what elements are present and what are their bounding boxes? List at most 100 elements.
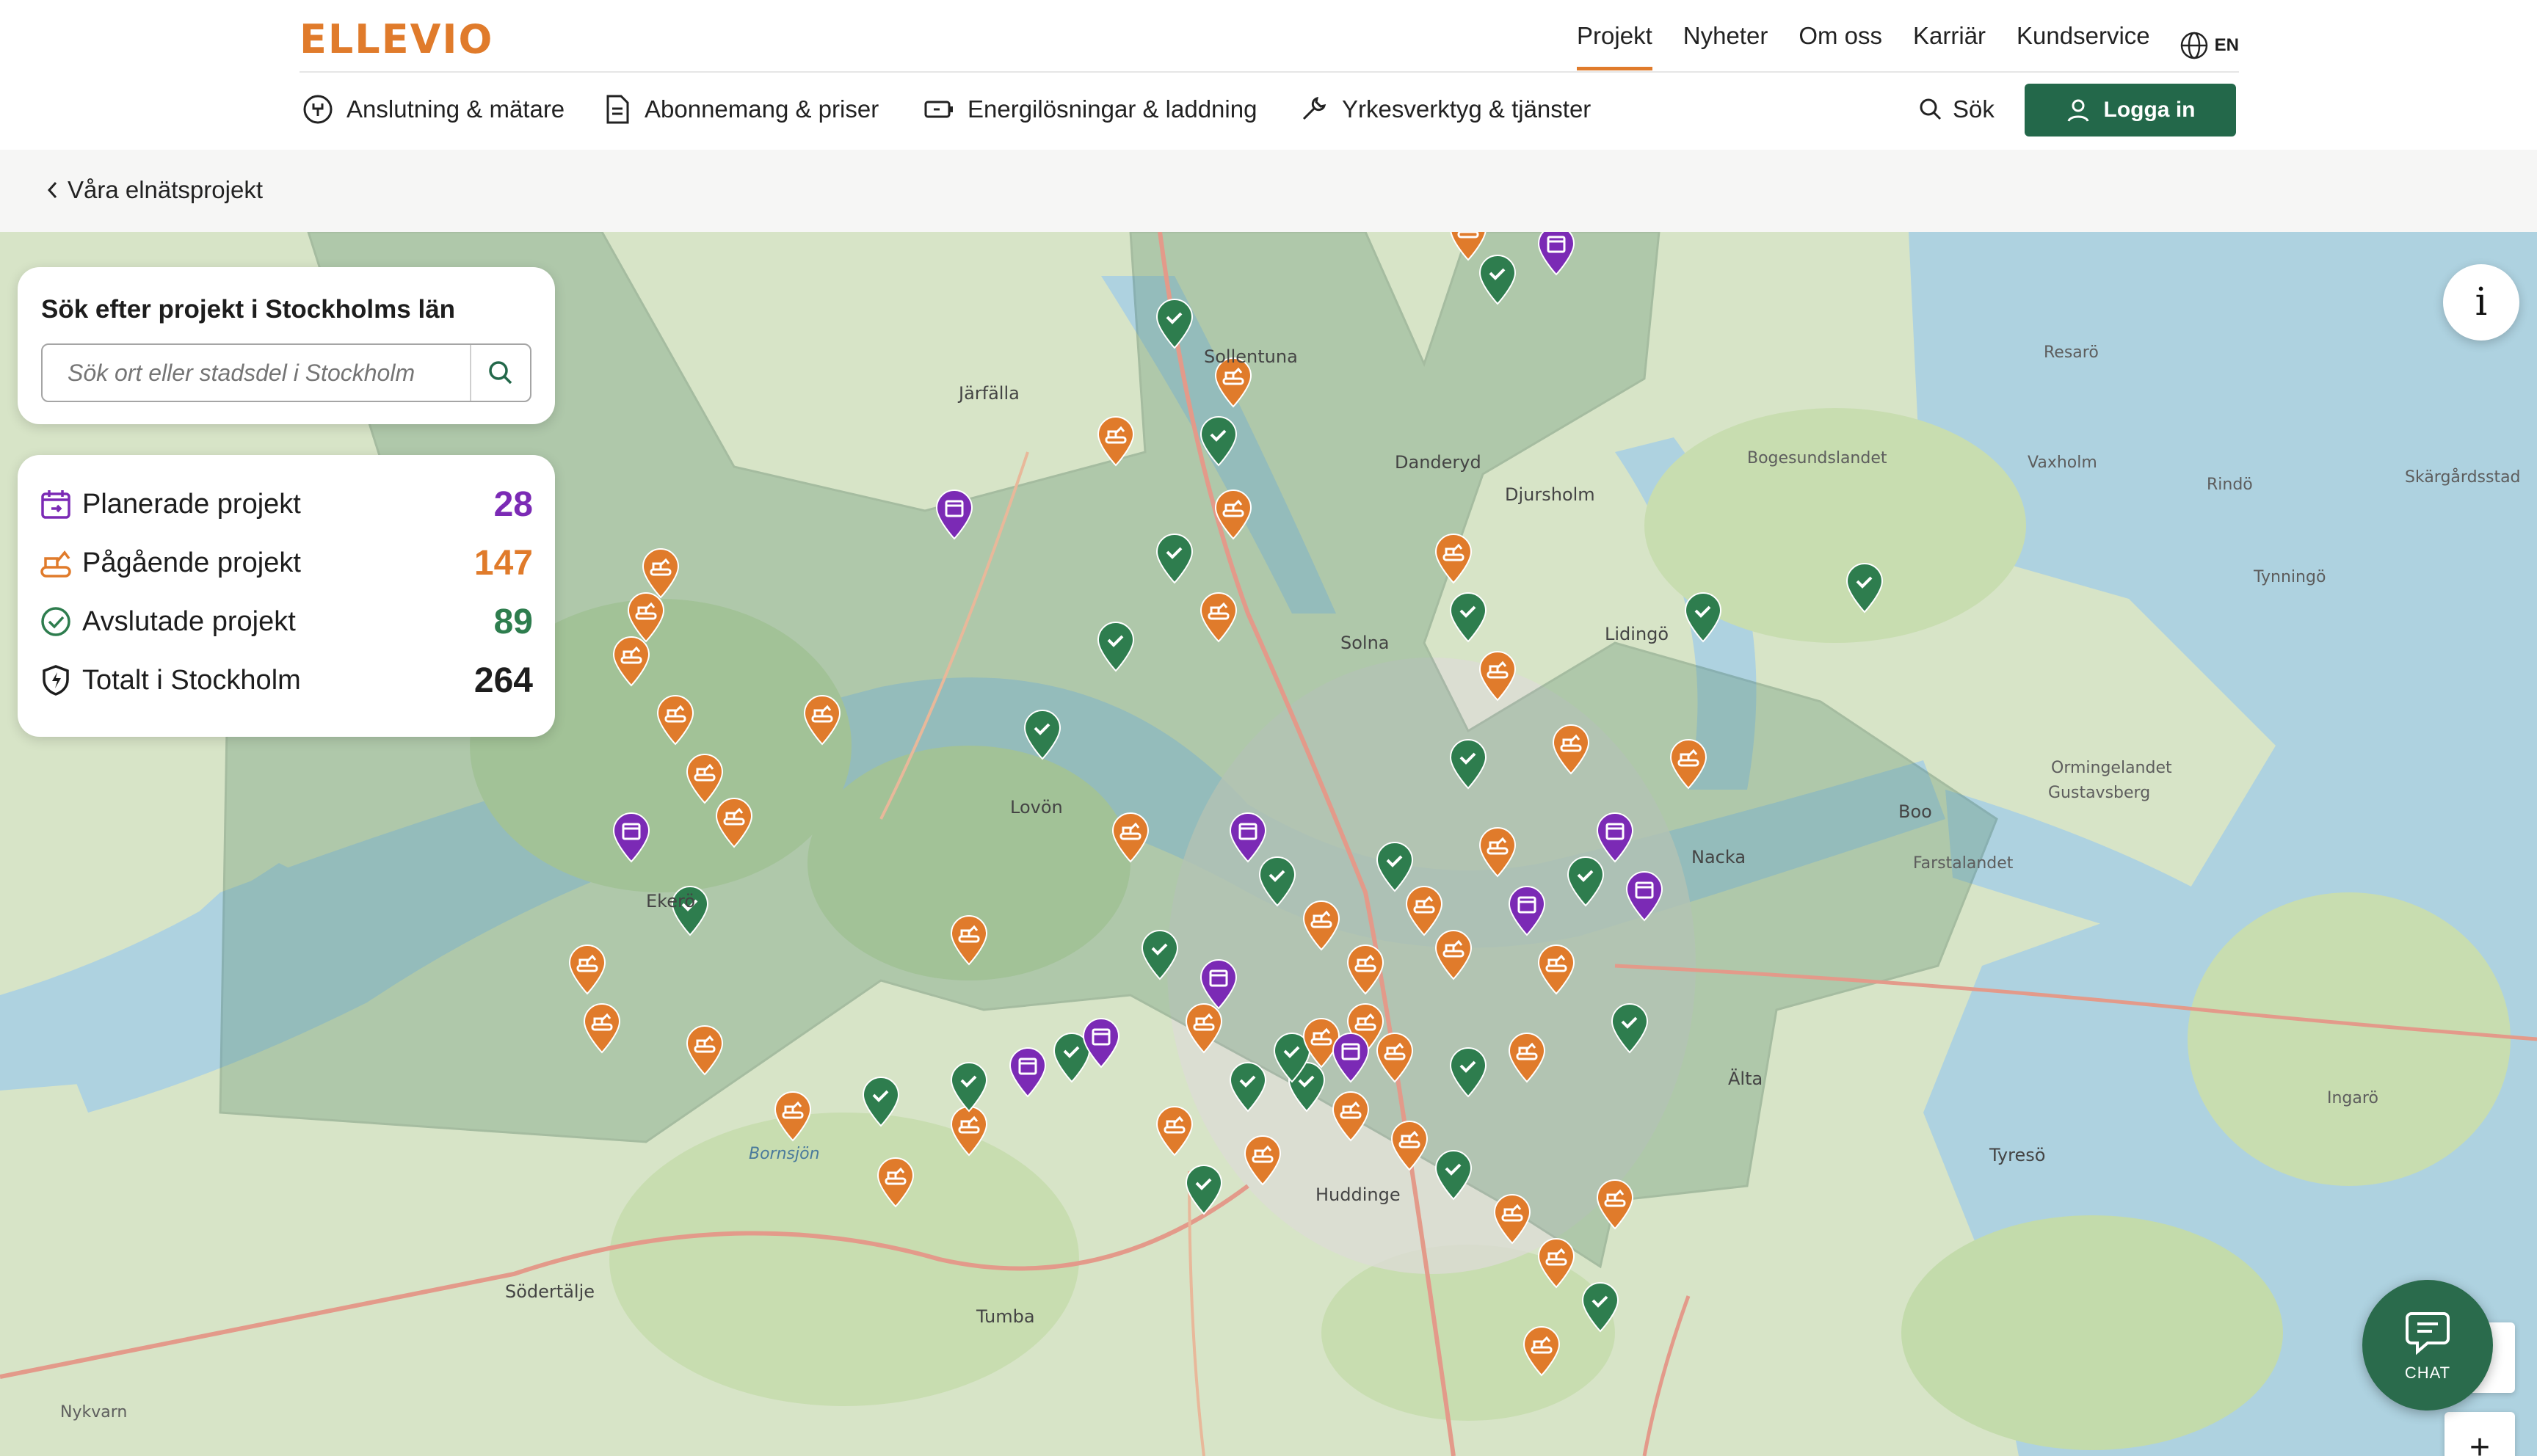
map-pin-ongoing[interactable] xyxy=(1198,592,1239,643)
map-pin-planned[interactable] xyxy=(934,489,975,540)
search-button[interactable] xyxy=(470,345,530,401)
search-input[interactable] xyxy=(44,346,470,399)
map-pin-ongoing[interactable] xyxy=(1594,1179,1636,1230)
zoom-in-button[interactable]: + xyxy=(2445,1412,2515,1456)
map-pin-done[interactable] xyxy=(1095,621,1136,672)
map-pin-planned[interactable] xyxy=(1007,1046,1048,1098)
nav-abonnemang[interactable]: Abonnemang & priser xyxy=(603,94,879,125)
map-pin-ongoing[interactable] xyxy=(1389,1120,1430,1171)
map-pin-ongoing[interactable] xyxy=(948,914,990,966)
top-link-karriar[interactable]: Karriär xyxy=(1913,21,1986,70)
document-icon xyxy=(606,95,629,124)
map-pin-done[interactable] xyxy=(1198,415,1239,467)
map-pin-done[interactable] xyxy=(1448,592,1489,643)
map-pin-done[interactable] xyxy=(1448,738,1489,790)
map-pin-ongoing[interactable] xyxy=(1477,650,1518,702)
map-info-button[interactable]: i xyxy=(2443,264,2519,341)
map-pin-done[interactable] xyxy=(1609,1002,1650,1054)
map-pin-planned[interactable] xyxy=(1624,870,1665,922)
search-icon xyxy=(489,361,512,385)
back-link[interactable]: Våra elnätsprojekt xyxy=(46,176,263,204)
top-link-om-oss[interactable]: Om oss xyxy=(1799,21,1882,70)
top-link-kundservice[interactable]: Kundservice xyxy=(2017,21,2150,70)
place-label: Boo xyxy=(1898,801,1932,822)
map-pin-planned[interactable] xyxy=(1081,1017,1122,1069)
stat-label: Pågående projekt xyxy=(82,547,301,578)
map-pin-ongoing[interactable] xyxy=(1506,1032,1547,1083)
ellevio-logo[interactable]: ELLEVIO xyxy=(300,16,493,62)
map-pin-ongoing[interactable] xyxy=(581,1002,623,1054)
map-pin-planned[interactable] xyxy=(611,812,652,863)
nav-energilosningar[interactable]: Energilösningar & laddning xyxy=(923,94,1257,125)
chat-button[interactable]: CHAT xyxy=(2362,1280,2493,1410)
map-pin-done[interactable] xyxy=(1183,1164,1224,1215)
map-pin-ongoing[interactable] xyxy=(1242,1135,1283,1186)
nav-anslutning[interactable]: Anslutning & mätare xyxy=(302,94,565,125)
map-pin-ongoing[interactable] xyxy=(1345,944,1386,995)
map-pin-planned[interactable] xyxy=(1330,1032,1371,1083)
map-pin-done[interactable] xyxy=(1227,1061,1268,1113)
place-label: Huddinge xyxy=(1315,1184,1401,1205)
map-pin-done[interactable] xyxy=(1022,709,1063,760)
place-label: Danderyd xyxy=(1395,452,1481,473)
map-pin-done[interactable] xyxy=(1154,533,1195,584)
map-pin-done[interactable] xyxy=(1683,592,1724,643)
login-button[interactable]: Logga in xyxy=(2025,84,2236,136)
map-pin-ongoing[interactable] xyxy=(1668,738,1709,790)
map-pin-ongoing[interactable] xyxy=(1183,1002,1224,1054)
map-pin-ongoing[interactable] xyxy=(1536,944,1577,995)
map-pin-ongoing[interactable] xyxy=(611,636,652,687)
nav-yrkesverktyg[interactable]: Yrkesverktyg & tjänster xyxy=(1298,94,1591,125)
map-pin-done[interactable] xyxy=(1844,562,1885,614)
map-pin-done[interactable] xyxy=(1433,1149,1474,1201)
place-label: Ormingelandet xyxy=(2051,759,2172,777)
map-pin-ongoing[interactable] xyxy=(1550,724,1591,775)
stat-ongoing[interactable]: Pågående projekt 147 xyxy=(40,537,533,589)
map-pin-ongoing[interactable] xyxy=(948,1105,990,1157)
map-pin-done[interactable] xyxy=(860,1076,901,1127)
map-pin-done[interactable] xyxy=(1448,1046,1489,1098)
search-link[interactable]: Sök xyxy=(1917,95,1995,123)
map-pin-done[interactable] xyxy=(948,1061,990,1113)
map-pin-done[interactable] xyxy=(1257,856,1298,907)
stat-total[interactable]: Totalt i Stockholm 264 xyxy=(40,655,533,706)
map-pin-ongoing[interactable] xyxy=(1433,929,1474,980)
map-pin-planned[interactable] xyxy=(1536,232,1577,276)
map-pin-planned[interactable] xyxy=(1594,812,1636,863)
place-label: Älta xyxy=(1728,1069,1763,1089)
map-pin-done[interactable] xyxy=(1154,298,1195,349)
map-pin-done[interactable] xyxy=(1477,254,1518,305)
top-link-projekt[interactable]: Projekt xyxy=(1577,21,1652,70)
stat-label: Planerade projekt xyxy=(82,488,301,520)
top-link-nyheter[interactable]: Nyheter xyxy=(1683,21,1768,70)
map-pin-ongoing[interactable] xyxy=(714,797,755,848)
map-pin-ongoing[interactable] xyxy=(1110,812,1151,863)
map-pin-ongoing[interactable] xyxy=(1154,1105,1195,1157)
map-pin-ongoing[interactable] xyxy=(875,1157,916,1208)
map-pin-ongoing[interactable] xyxy=(655,694,696,746)
map-pin-ongoing[interactable] xyxy=(1330,1091,1371,1142)
map-pin-ongoing[interactable] xyxy=(1521,1325,1562,1377)
map-pin-planned[interactable] xyxy=(1506,885,1547,936)
map-pin-done[interactable] xyxy=(1139,929,1180,980)
map-pin-ongoing[interactable] xyxy=(1095,415,1136,467)
map-pin-done[interactable] xyxy=(1580,1281,1621,1333)
map-pin-ongoing[interactable] xyxy=(1536,1237,1577,1289)
map-pin-ongoing[interactable] xyxy=(684,1024,725,1076)
map-pin-ongoing[interactable] xyxy=(1301,900,1342,951)
map-pin-ongoing[interactable] xyxy=(1374,1032,1415,1083)
map-pin-ongoing[interactable] xyxy=(1213,489,1254,540)
map-pin-done[interactable] xyxy=(1565,856,1606,907)
map-pin-ongoing[interactable] xyxy=(1492,1193,1533,1245)
map-pin-ongoing[interactable] xyxy=(802,694,843,746)
place-label: Rindö xyxy=(2207,476,2253,494)
map-pin-ongoing[interactable] xyxy=(772,1091,813,1142)
place-label: Ingarö xyxy=(2327,1089,2378,1107)
language-switch[interactable]: EN xyxy=(2180,21,2239,70)
map-pin-ongoing[interactable] xyxy=(567,944,608,995)
stat-done[interactable]: Avslutade projekt 89 xyxy=(40,596,533,647)
map-pin-ongoing[interactable] xyxy=(1477,826,1518,878)
stat-planned[interactable]: Planerade projekt 28 xyxy=(40,478,533,530)
map-pin-ongoing[interactable] xyxy=(1433,533,1474,584)
login-label: Logga in xyxy=(2103,98,2196,122)
